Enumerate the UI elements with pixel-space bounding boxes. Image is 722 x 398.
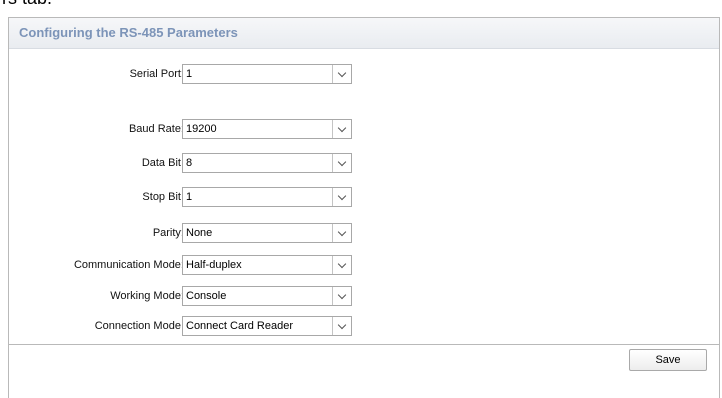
stop-bit-select[interactable]: 1 xyxy=(182,187,352,207)
parity-label: Parity: xyxy=(152,227,184,239)
communication-mode-label: Communication Mode: xyxy=(73,259,184,271)
connection-mode-dropdown-button[interactable] xyxy=(332,317,351,335)
panel-header: Configuring the RS-485 Parameters xyxy=(9,18,719,49)
communication-mode-value: Half-duplex xyxy=(186,259,242,271)
parity-select[interactable]: None xyxy=(182,223,352,243)
serial-port-row: Serial Port: 1 xyxy=(9,64,719,86)
parity-row: Parity: None xyxy=(9,223,719,245)
working-mode-select[interactable]: Console xyxy=(182,286,352,306)
serial-port-value: 1 xyxy=(186,68,193,80)
serial-port-label: Serial Port: xyxy=(129,68,184,80)
baud-rate-value: 19200 xyxy=(186,123,217,135)
data-bit-value: 8 xyxy=(186,157,193,169)
chevron-down-icon xyxy=(337,157,347,166)
working-mode-label: Working Mode: xyxy=(110,290,184,302)
working-mode-row: Working Mode: Console xyxy=(9,286,719,308)
chevron-down-icon xyxy=(337,227,347,236)
working-mode-value: Console xyxy=(186,290,227,302)
connection-mode-row: Connection Mode: Connect Card Reader xyxy=(9,316,719,338)
chevron-down-icon xyxy=(337,68,347,77)
working-mode-dropdown-button[interactable] xyxy=(332,287,351,305)
connection-mode-value: Connect Card Reader xyxy=(186,320,294,332)
data-bit-dropdown-button[interactable] xyxy=(332,154,351,172)
chevron-down-icon xyxy=(337,123,347,132)
footer-divider xyxy=(9,344,719,345)
data-bit-select[interactable]: 8 xyxy=(182,153,352,173)
connection-mode-select[interactable]: Connect Card Reader xyxy=(182,316,352,336)
serial-port-select[interactable]: 1 xyxy=(182,64,352,84)
serial-port-dropdown-button[interactable] xyxy=(332,65,351,83)
data-bit-label: Data Bit: xyxy=(141,157,184,169)
communication-mode-select[interactable]: Half-duplex xyxy=(182,255,352,275)
save-button[interactable]: Save xyxy=(629,349,707,371)
communication-mode-row: Communication Mode: Half-duplex xyxy=(9,255,719,277)
chevron-down-icon xyxy=(337,259,347,268)
baud-rate-dropdown-button[interactable] xyxy=(332,120,351,138)
connection-mode-label: Connection Mode: xyxy=(94,320,184,332)
communication-mode-dropdown-button[interactable] xyxy=(332,256,351,274)
stop-bit-value: 1 xyxy=(186,191,193,203)
chevron-down-icon xyxy=(337,320,347,329)
chevron-down-icon xyxy=(337,290,347,299)
baud-rate-row: Baud Rate: 19200 xyxy=(9,119,719,141)
rs485-parameters-panel: Configuring the RS-485 Parameters Serial… xyxy=(8,17,720,398)
data-bit-row: Data Bit: 8 xyxy=(9,153,719,175)
baud-rate-select[interactable]: 19200 xyxy=(182,119,352,139)
baud-rate-label: Baud Rate: xyxy=(128,123,184,135)
parity-dropdown-button[interactable] xyxy=(332,224,351,242)
panel-title: Configuring the RS-485 Parameters xyxy=(19,25,238,40)
parity-value: None xyxy=(186,227,213,239)
caption-fragment: rs tab. xyxy=(2,0,52,8)
stop-bit-row: Stop Bit: 1 xyxy=(9,187,719,209)
stop-bit-dropdown-button[interactable] xyxy=(332,188,351,206)
stop-bit-label: Stop Bit: xyxy=(142,191,184,203)
chevron-down-icon xyxy=(337,191,347,200)
